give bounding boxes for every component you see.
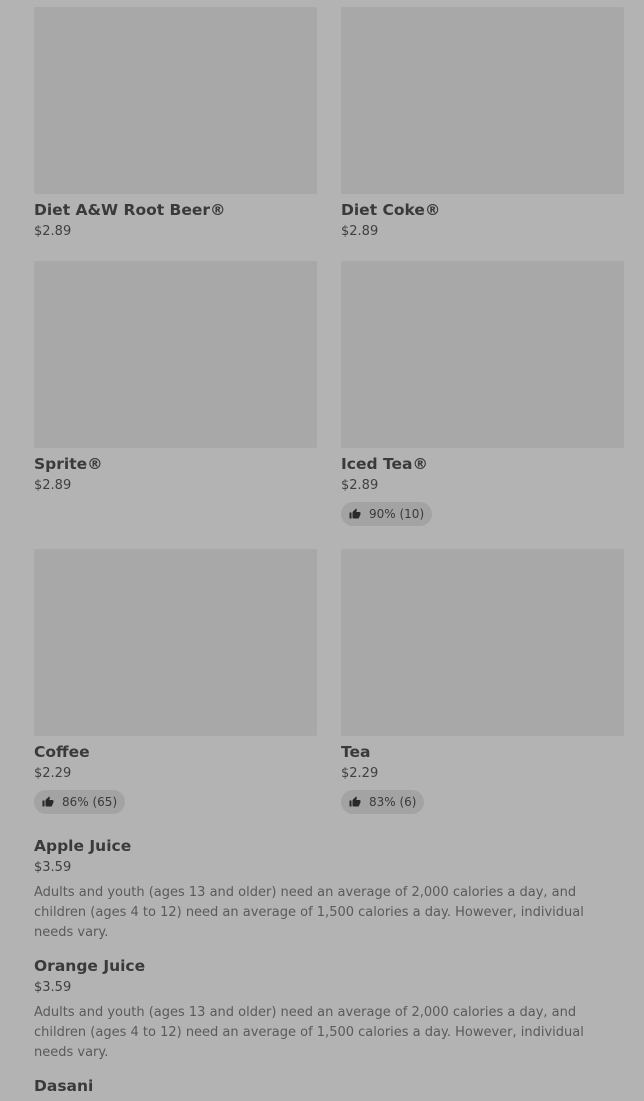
- thumbs-up-icon: [349, 796, 361, 807]
- menu-grid-row: Diet A&W Root Beer® $2.89 Diet Coke® $2.…: [34, 7, 624, 240]
- rating-text: 90% (10): [369, 507, 425, 521]
- menu-list-item[interactable]: Orange Juice $3.59 Adults and youth (age…: [34, 955, 624, 1063]
- item-description: Adults and youth (ages 13 and older) nee…: [34, 1005, 584, 1060]
- item-name: Sprite®: [34, 455, 103, 473]
- item-name: Diet A&W Root Beer®: [34, 201, 226, 219]
- item-name: Iced Tea®: [341, 455, 428, 473]
- rating-text: 83% (6): [369, 795, 417, 809]
- item-price: $2.89: [34, 224, 72, 239]
- item-image-placeholder: [341, 7, 624, 194]
- menu-list-item[interactable]: Apple Juice $3.59 Adults and youth (ages…: [34, 835, 624, 943]
- menu-section: Diet A&W Root Beer® $2.89 Diet Coke® $2.…: [34, 0, 624, 814]
- item-name: Diet Coke®: [341, 201, 441, 219]
- item-image-placeholder: [341, 261, 624, 448]
- rating-badge: 90% (10): [341, 502, 433, 526]
- rating-badge: 83% (6): [341, 790, 425, 814]
- menu-item-card[interactable]: Coffee $2.29 86% (65): [34, 549, 317, 814]
- rating-text: 86% (65): [62, 795, 118, 809]
- menu-grid-row: Coffee $2.29 86% (65) Tea $2.29 83% (6): [34, 549, 624, 814]
- menu-item-card[interactable]: Diet A&W Root Beer® $2.89: [34, 7, 317, 240]
- menu-item-card[interactable]: Tea $2.29 83% (6): [341, 549, 624, 814]
- item-description: Adults and youth (ages 13 and older) nee…: [34, 885, 584, 940]
- rating-badge: 86% (65): [34, 790, 126, 814]
- item-name: Coffee: [34, 743, 90, 761]
- item-price: $2.89: [341, 478, 379, 493]
- thumbs-up-icon: [349, 508, 361, 519]
- item-price: $2.89: [34, 478, 72, 493]
- item-image-placeholder: [34, 261, 317, 448]
- item-price: $2.89: [341, 224, 379, 239]
- item-price: $2.29: [34, 766, 72, 781]
- item-image-placeholder: [341, 549, 624, 736]
- menu-item-card[interactable]: Iced Tea® $2.89 90% (10): [341, 261, 624, 526]
- menu-grid-row: Sprite® $2.89 Iced Tea® $2.89 90% (10): [34, 261, 624, 526]
- menu-item-card[interactable]: Diet Coke® $2.89: [341, 7, 624, 240]
- item-price: $2.29: [341, 766, 379, 781]
- item-name: Tea: [341, 743, 371, 761]
- item-name: Apple Juice: [34, 837, 132, 855]
- item-image-placeholder: [34, 549, 317, 736]
- menu-item-card[interactable]: Sprite® $2.89: [34, 261, 317, 526]
- item-image-placeholder: [34, 7, 317, 194]
- item-name: Dasani: [34, 1077, 94, 1095]
- item-name: Orange Juice: [34, 957, 146, 975]
- thumbs-up-icon: [42, 796, 54, 807]
- item-price: $3.59: [34, 980, 72, 995]
- menu-list-item[interactable]: Dasani: [34, 1075, 624, 1097]
- item-price: $3.59: [34, 860, 72, 875]
